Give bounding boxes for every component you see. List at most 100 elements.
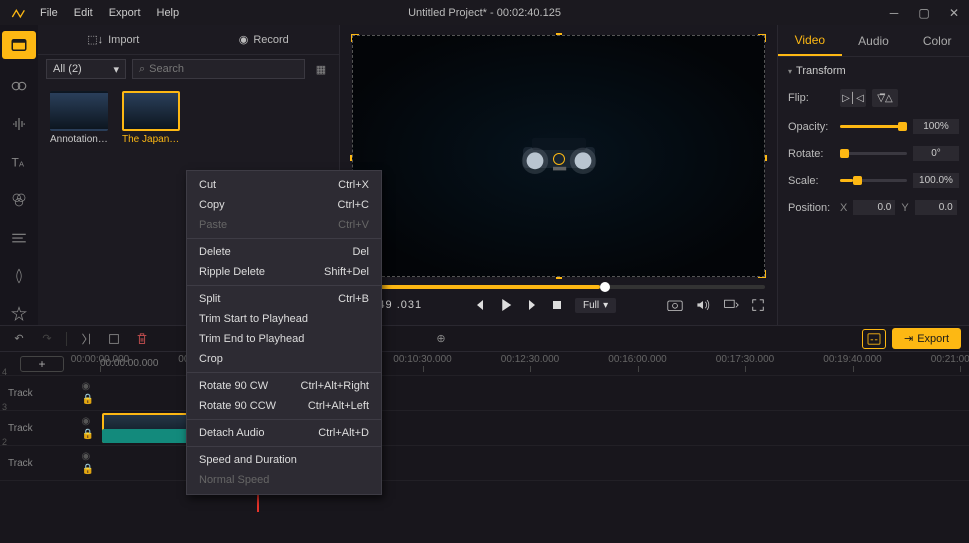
subtitle-button[interactable] — [862, 329, 886, 349]
track-3-lock[interactable]: 🔒 — [82, 429, 94, 440]
media-clip-2[interactable]: The Japane... — [122, 91, 180, 145]
ctx-copy[interactable]: CopyCtrl+C — [187, 195, 381, 215]
view-grid-button[interactable]: ▦ — [311, 59, 331, 79]
snapshot-button[interactable] — [667, 298, 683, 312]
window-maximize[interactable]: ▢ — [909, 0, 939, 25]
play-button[interactable] — [497, 296, 515, 314]
fullscreen-button[interactable] — [751, 298, 765, 312]
step-forward[interactable] — [527, 299, 539, 311]
flip-horizontal[interactable]: ▷│◁ — [840, 89, 866, 107]
preview-viewport[interactable] — [352, 35, 765, 277]
export-button[interactable]: ⇥ Export — [892, 328, 961, 349]
props-tab-video[interactable]: Video — [778, 25, 842, 56]
media-filter-dropdown[interactable]: All (2) ▾ — [46, 59, 126, 79]
ctx-delete[interactable]: DeleteDel — [187, 242, 381, 262]
tab-record[interactable]: ◉ Record — [189, 25, 340, 54]
tool-audio[interactable] — [2, 113, 36, 135]
media-label-1: Annotation ... — [50, 134, 108, 145]
ruler-tick: 00:19:40.000 — [823, 354, 881, 365]
track-2-visibility[interactable]: ◉ — [82, 451, 94, 462]
ctx-normal-speed: Normal Speed — [187, 470, 381, 490]
menu-edit[interactable]: Edit — [66, 7, 101, 19]
volume-button[interactable] — [695, 298, 711, 312]
opacity-slider[interactable] — [840, 125, 907, 128]
search-input[interactable]: ⌕ Search — [132, 59, 305, 79]
seek-handle[interactable] — [600, 282, 610, 292]
step-back[interactable] — [473, 299, 485, 311]
ctx-rotate-cw[interactable]: Rotate 90 CWCtrl+Alt+Right — [187, 376, 381, 396]
rotate-value[interactable]: 0° — [913, 146, 959, 161]
media-clip-1[interactable]: Annotation ... — [50, 91, 108, 145]
export-label: Export — [917, 333, 949, 345]
track-3-visibility[interactable]: ◉ — [82, 416, 94, 427]
ctx-trim-start[interactable]: Trim Start to Playhead — [187, 309, 381, 329]
crop-button[interactable] — [103, 329, 125, 349]
ctx-trim-end[interactable]: Trim End to Playhead — [187, 329, 381, 349]
seek-bar[interactable] — [352, 285, 765, 289]
ruler-tick: 00:12:30.000 — [501, 354, 559, 365]
transform-center[interactable] — [553, 153, 565, 165]
flip-label: Flip: — [788, 92, 834, 104]
crop-handle-tl[interactable] — [351, 34, 359, 42]
tool-media[interactable] — [2, 31, 36, 59]
tool-filters[interactable] — [2, 189, 36, 211]
tool-transitions[interactable] — [2, 75, 36, 97]
props-tab-color[interactable]: Color — [905, 25, 969, 56]
track-3: 3 Track ◉🔒 The J... — [0, 411, 969, 446]
ctx-rotate-ccw[interactable]: Rotate 90 CCWCtrl+Alt+Left — [187, 396, 381, 416]
crop-handle-tr[interactable] — [758, 34, 766, 42]
track-2-label: Track — [8, 458, 33, 469]
ctx-paste: PasteCtrl+V — [187, 215, 381, 235]
scale-value[interactable]: 100.0% — [913, 173, 959, 188]
track-4-visibility[interactable]: ◉ — [82, 381, 94, 392]
add-marker[interactable]: ⊕ — [430, 329, 452, 349]
track-2-lock[interactable]: 🔒 — [82, 464, 94, 475]
props-tab-audio[interactable]: Audio — [842, 25, 906, 56]
crop-handle-l[interactable] — [350, 155, 352, 161]
tab-import[interactable]: ⬚↓ Import — [38, 25, 189, 54]
ctx-cut[interactable]: CutCtrl+X — [187, 175, 381, 195]
preview-panel: :01 :49 .031 Full▾ — [340, 25, 777, 325]
position-y[interactable]: 0.0 — [915, 200, 957, 215]
ctx-split[interactable]: SplitCtrl+B — [187, 289, 381, 309]
redo-button[interactable]: ↷ — [36, 329, 58, 349]
ctx-ripple-delete[interactable]: Ripple DeleteShift+Del — [187, 262, 381, 282]
opacity-value[interactable]: 100% — [913, 119, 959, 134]
context-menu: CutCtrl+X CopyCtrl+C PasteCtrl+V DeleteD… — [186, 170, 382, 495]
add-track-button[interactable]: + — [20, 356, 64, 372]
menu-export[interactable]: Export — [101, 7, 149, 19]
crop-handle-br[interactable] — [758, 270, 766, 278]
crop-handle-t[interactable] — [556, 33, 562, 35]
timeline-clip-audio[interactable] — [102, 429, 188, 443]
tool-favorites[interactable] — [2, 303, 36, 325]
ctx-detach-audio[interactable]: Detach AudioCtrl+Alt+D — [187, 423, 381, 443]
undo-button[interactable]: ↶ — [8, 329, 30, 349]
section-transform[interactable]: Transform — [788, 65, 959, 77]
track-4: 4 Track ◉🔒 — [0, 376, 969, 411]
position-x[interactable]: 0.0 — [853, 200, 895, 215]
ctx-speed-duration[interactable]: Speed and Duration — [187, 450, 381, 470]
ctx-crop[interactable]: Crop — [187, 349, 381, 369]
track-3-label: Track — [8, 423, 33, 434]
menu-help[interactable]: Help — [149, 7, 188, 19]
crop-handle-b[interactable] — [556, 277, 562, 279]
scale-slider[interactable] — [840, 179, 907, 182]
tool-text[interactable]: TA — [2, 151, 36, 173]
flip-vertical[interactable]: ▽̅△ — [872, 89, 898, 107]
tool-elements[interactable] — [2, 265, 36, 287]
rotate-label: Rotate: — [788, 148, 834, 160]
stop-button[interactable] — [551, 299, 563, 311]
track-4-lock[interactable]: 🔒 — [82, 394, 94, 405]
crop-handle-r[interactable] — [765, 155, 767, 161]
delete-button[interactable] — [131, 329, 153, 349]
ruler-tick: 00:00:00.000 — [71, 354, 129, 365]
split-button[interactable] — [75, 329, 97, 349]
view-mode-label: Full — [583, 300, 599, 311]
window-minimize[interactable]: ─ — [879, 0, 909, 25]
rotate-slider[interactable] — [840, 152, 907, 155]
menu-file[interactable]: File — [32, 7, 66, 19]
detach-button[interactable] — [723, 298, 739, 312]
window-close[interactable]: ✕ — [939, 0, 969, 25]
tool-overlays[interactable] — [2, 227, 36, 249]
view-mode-dropdown[interactable]: Full▾ — [575, 298, 616, 313]
